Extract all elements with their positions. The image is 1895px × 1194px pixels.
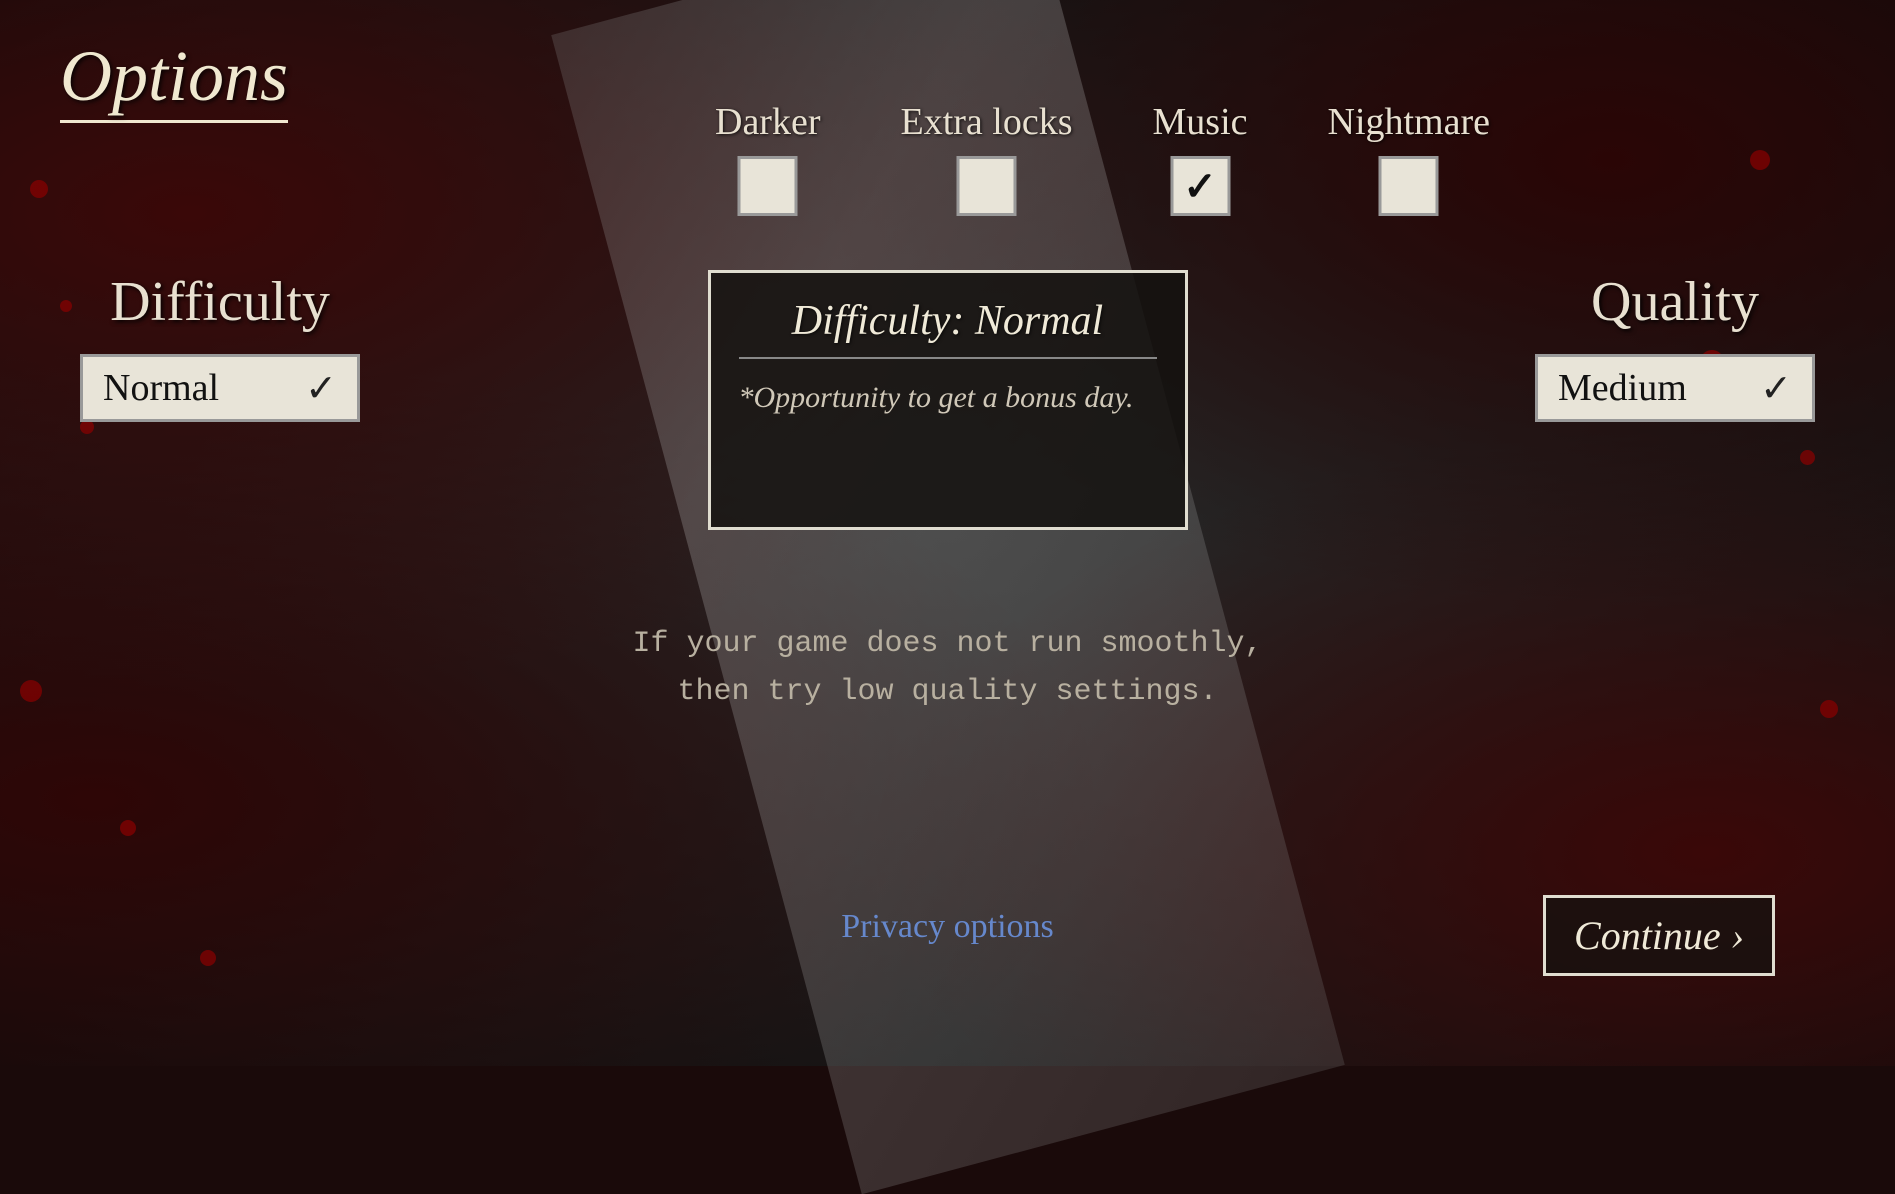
- checkbox-label-nightmare: Nightmare: [1327, 100, 1490, 144]
- hint-text: If your game does not run smoothly, then…: [632, 620, 1262, 716]
- difficulty-dropdown-arrow: ✓: [305, 366, 337, 411]
- decorative-dot: [1820, 700, 1838, 718]
- hint-line1: If your game does not run smoothly,: [632, 627, 1262, 661]
- quality-section: Quality Medium ✓: [1535, 270, 1815, 422]
- checkbox-extra-locks[interactable]: [956, 156, 1016, 216]
- difficulty-section: Difficulty Normal ✓: [80, 270, 360, 422]
- decorative-dot: [120, 820, 136, 836]
- decorative-dot: [200, 950, 216, 966]
- difficulty-dropdown[interactable]: Normal ✓: [80, 354, 360, 422]
- info-box-description: *Opportunity to get a bonus day.: [739, 375, 1157, 420]
- quality-dropdown-arrow: ✓: [1760, 366, 1792, 411]
- checkbox-music[interactable]: [1170, 156, 1230, 216]
- continue-button-label: Continue ›: [1574, 912, 1744, 959]
- checkbox-item-nightmare: Nightmare: [1327, 100, 1490, 216]
- checkbox-label-darker: Darker: [715, 100, 820, 144]
- title-area: Options: [60, 40, 288, 112]
- main-row: Difficulty Normal ✓ Difficulty: Normal *…: [0, 270, 1895, 530]
- checkbox-item-music: Music: [1152, 100, 1247, 216]
- checkbox-darker[interactable]: [738, 156, 798, 216]
- quality-selected: Medium: [1558, 366, 1687, 410]
- decorative-dot: [30, 180, 48, 198]
- quality-title: Quality: [1591, 270, 1759, 334]
- privacy-options-link[interactable]: Privacy options: [841, 908, 1053, 946]
- info-box-title: Difficulty: Normal: [739, 297, 1157, 359]
- decorative-dot: [1750, 150, 1770, 170]
- checkbox-item-darker: Darker: [715, 100, 820, 216]
- difficulty-selected: Normal: [103, 366, 219, 410]
- checkbox-label-extra-locks: Extra locks: [900, 100, 1072, 144]
- continue-button[interactable]: Continue ›: [1543, 895, 1775, 976]
- hint-line2: then try low quality settings.: [677, 675, 1217, 709]
- checkbox-item-extra-locks: Extra locks: [900, 100, 1072, 216]
- checkbox-label-music: Music: [1152, 100, 1247, 144]
- info-box: Difficulty: Normal *Opportunity to get a…: [708, 270, 1188, 530]
- checkboxes-row: Darker Extra locks Music Nightmare: [715, 100, 1490, 216]
- decorative-dot: [20, 680, 42, 702]
- quality-dropdown[interactable]: Medium ✓: [1535, 354, 1815, 422]
- page-title: Options: [60, 36, 288, 123]
- checkbox-nightmare[interactable]: [1379, 156, 1439, 216]
- difficulty-title: Difficulty: [110, 270, 330, 334]
